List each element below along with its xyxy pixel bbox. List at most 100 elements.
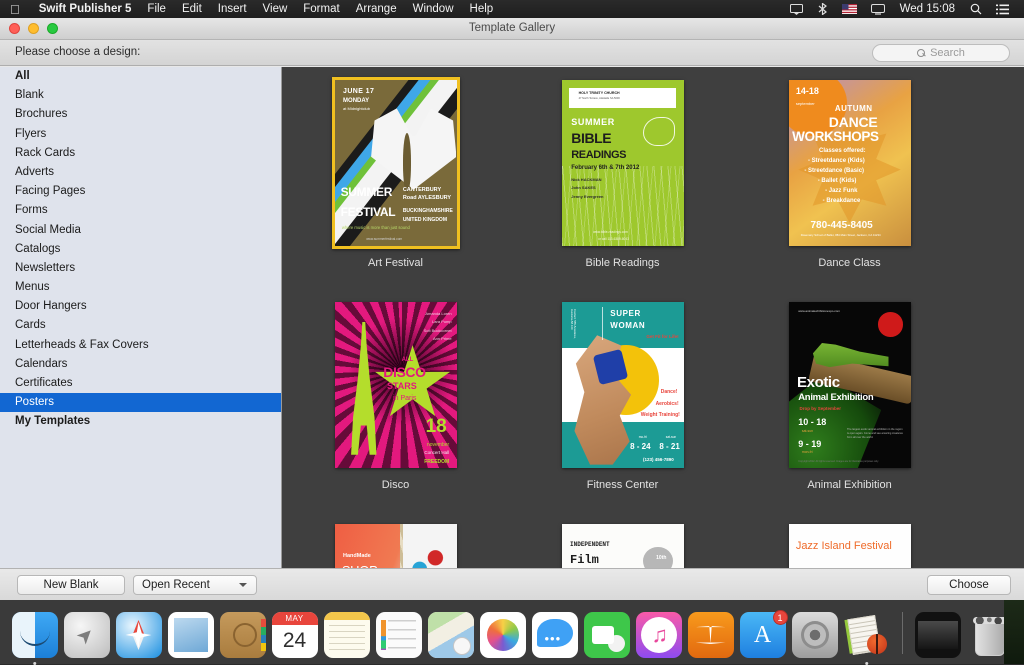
poster-art-bible-readings: HOLY TRINITY CHURCH 47 North Terrace, Ad… [562, 80, 684, 246]
sidebar-item-blank[interactable]: Blank [0, 86, 281, 105]
bluetooth-icon[interactable] [810, 3, 835, 15]
sidebar-item-my-templates[interactable]: My Templates [0, 412, 281, 431]
template-thumbnail[interactable]: Contact: 555 Anastasia, Australia AB 100… [558, 299, 688, 471]
template-card-film-festival[interactable]: INDEPENDENT Film Festival 10th [509, 521, 736, 568]
poster-tagline: Get Fit for Life! [646, 335, 678, 340]
us-flag-icon[interactable] [835, 4, 864, 14]
poster-speaker-2: John SAKES [571, 186, 595, 190]
dock-item-swift-publisher[interactable] [844, 612, 890, 658]
template-card-animal-exhibition[interactable]: www.animalexhibitionexpo.com Exotic Anim… [736, 299, 963, 521]
menu-item-file[interactable]: File [139, 3, 174, 15]
dock-item-safari[interactable] [116, 612, 162, 658]
dock-item-photos[interactable] [480, 612, 526, 658]
menu-item-arrange[interactable]: Arrange [348, 3, 405, 15]
sidebar-item-cards[interactable]: Cards [0, 316, 281, 335]
poster-day: MONDAY [343, 98, 369, 104]
menu-item-view[interactable]: View [255, 3, 296, 15]
dock-item-calendar[interactable]: MAY 24 [272, 612, 318, 658]
poster-title-2: DISCO [383, 365, 425, 380]
display-icon[interactable] [864, 4, 892, 15]
dock-item-ibooks[interactable] [688, 612, 734, 658]
sidebar-item-social-media[interactable]: Social Media [0, 221, 281, 240]
template-thumbnail[interactable]: www.animalexhibitionexpo.com Exotic Anim… [785, 299, 915, 471]
poster-art-dance-class: 14-18 september AUTUMN DANCE WORKSHOPS C… [789, 80, 911, 246]
window-title: Template Gallery [0, 22, 1024, 34]
poster-name-1: Amanda Loren [425, 312, 451, 316]
dock-item-facetime[interactable] [584, 612, 630, 658]
sidebar-item-letterheads-fax-covers[interactable]: Letterheads & Fax Covers [0, 336, 281, 355]
spotlight-search-icon[interactable] [963, 3, 989, 15]
dock-item-messages[interactable]: ••• [532, 612, 578, 658]
poster-church: HOLY TRINITY CHURCH [579, 92, 620, 96]
search-input[interactable]: Search [872, 44, 1010, 62]
dock-item-mail[interactable] [168, 612, 214, 658]
sidebar-item-adverts[interactable]: Adverts [0, 163, 281, 182]
category-sidebar[interactable]: All Blank Brochures Flyers Rack Cards Ad… [0, 67, 282, 568]
new-blank-button[interactable]: New Blank [17, 575, 125, 595]
template-caption: Animal Exhibition [807, 479, 891, 491]
template-thumbnail[interactable]: INDEPENDENT Film Festival 10th [558, 521, 688, 568]
template-thumbnail[interactable]: 14-18 september AUTUMN DANCE WORKSHOPS C… [785, 77, 915, 249]
calendar-day: 24 [272, 625, 318, 658]
airplay-icon[interactable] [783, 4, 810, 15]
template-card-disco[interactable]: Amanda Loren Lara Pump Sofi Buckcornet A… [282, 299, 509, 521]
sidebar-item-newsletters[interactable]: Newsletters [0, 259, 281, 278]
notification-center-icon[interactable] [989, 4, 1016, 15]
menu-item-help[interactable]: Help [462, 3, 502, 15]
menu-item-insert[interactable]: Insert [210, 3, 255, 15]
poster-url: www.animalexhibitionexpo.com [798, 310, 840, 313]
sidebar-item-menus[interactable]: Menus [0, 278, 281, 297]
template-thumbnail-selected[interactable]: JUNE 17 MONDAY at Midnightclub SUMMER FE… [331, 77, 461, 249]
apple-menu-icon[interactable]:  [0, 3, 31, 16]
sidebar-item-forms[interactable]: Forms [0, 201, 281, 220]
dock-item-reminders[interactable] [376, 612, 422, 658]
poster-title-2: BIBLE [571, 131, 611, 146]
dock-item-contacts[interactable] [220, 612, 266, 658]
dock-item-downloads-folder[interactable] [915, 612, 961, 658]
menu-item-edit[interactable]: Edit [174, 3, 210, 15]
template-card-bible-readings[interactable]: HOLY TRINITY CHURCH 47 North Terrace, Ad… [509, 77, 736, 299]
poster-class-4: - Jazz Funk [825, 188, 857, 194]
open-recent-dropdown[interactable]: Open Recent [133, 575, 257, 595]
template-card-art-festival[interactable]: JUNE 17 MONDAY at Midnightclub SUMMER FE… [282, 77, 509, 299]
template-caption: Dance Class [818, 257, 880, 269]
template-card-fitness-center[interactable]: Contact: 555 Anastasia, Australia AB 100… [509, 299, 736, 521]
dock-item-itunes[interactable]: ♫ [636, 612, 682, 658]
sidebar-item-door-hangers[interactable]: Door Hangers [0, 297, 281, 316]
template-caption: Disco [382, 479, 410, 491]
menu-bar-clock[interactable]: Wed 15:08 [892, 3, 963, 15]
sidebar-item-calendars[interactable]: Calendars [0, 355, 281, 374]
sidebar-item-facing-pages[interactable]: Facing Pages [0, 182, 281, 201]
template-grid-scroll[interactable]: JUNE 17 MONDAY at Midnightclub SUMMER FE… [282, 67, 1024, 568]
sidebar-item-rack-cards[interactable]: Rack Cards [0, 144, 281, 163]
template-grid: JUNE 17 MONDAY at Midnightclub SUMMER FE… [282, 67, 1024, 568]
sidebar-item-brochures[interactable]: Brochures [0, 105, 281, 124]
dock-item-system-preferences[interactable] [792, 612, 838, 658]
poster-footer: Copyright 2012. All rights reserved. Ima… [798, 461, 879, 464]
template-thumbnail[interactable]: HandMade SHOP [331, 521, 461, 568]
template-thumbnail[interactable]: HOLY TRINITY CHURCH 47 North Terrace, Ad… [558, 77, 688, 249]
menu-item-format[interactable]: Format [295, 3, 347, 15]
sidebar-item-flyers[interactable]: Flyers [0, 125, 281, 144]
poster-url: www.bible-readings.com [593, 231, 628, 234]
dock-item-maps[interactable] [428, 612, 474, 658]
template-card-jazz-island[interactable]: Jazz Island Festival [736, 521, 963, 568]
sidebar-item-certificates[interactable]: Certificates [0, 374, 281, 393]
template-gallery-window: Template Gallery Please choose a design:… [0, 18, 1024, 600]
dock-item-notes[interactable] [324, 612, 370, 658]
menu-item-app[interactable]: Swift Publisher 5 [31, 3, 140, 15]
poster-title-1: ALL [402, 357, 414, 363]
choose-button[interactable]: Choose [927, 575, 1011, 595]
template-card-dance-class[interactable]: 14-18 september AUTUMN DANCE WORKSHOPS C… [736, 77, 963, 299]
template-thumbnail[interactable]: Jazz Island Festival [785, 521, 915, 568]
sidebar-item-all[interactable]: All [0, 67, 281, 86]
sidebar-item-catalogs[interactable]: Catalogs [0, 240, 281, 259]
menu-item-window[interactable]: Window [405, 3, 462, 15]
sidebar-item-posters[interactable]: Posters [0, 393, 281, 412]
template-card-handmade-shop[interactable]: HandMade SHOP [282, 521, 509, 568]
template-thumbnail[interactable]: Amanda Loren Lara Pump Sofi Buckcornet A… [331, 299, 461, 471]
poster-title-3: STARS [387, 382, 417, 391]
dock-item-app-store[interactable]: 1 [740, 612, 786, 658]
dock-item-finder[interactable] [12, 612, 58, 658]
dock-item-launchpad[interactable] [64, 612, 110, 658]
